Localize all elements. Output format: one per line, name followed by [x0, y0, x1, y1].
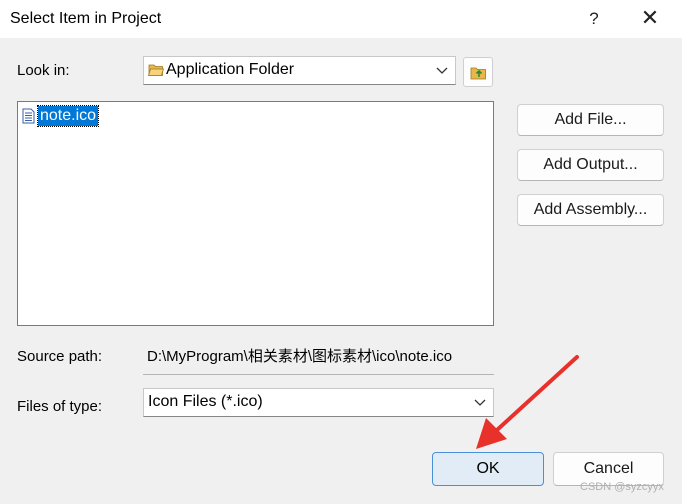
ok-button[interactable]: OK	[432, 452, 544, 486]
chevron-down-icon	[436, 67, 448, 74]
up-one-level-button[interactable]	[463, 57, 493, 87]
files-of-type-dropdown[interactable]: Icon Files (*.ico)	[143, 388, 494, 417]
dialog-title: Select Item in Project	[10, 10, 162, 27]
files-of-type-value: Icon Files (*.ico)	[148, 393, 263, 410]
title-bar: Select Item in Project ? ✕	[0, 0, 682, 38]
add-output-button[interactable]: Add Output...	[517, 149, 664, 181]
look-in-label: Look in:	[17, 62, 70, 79]
help-button[interactable]: ?	[574, 6, 614, 32]
source-path-value: D:\MyProgram\相关素材\图标素材\ico\note.ico	[147, 348, 453, 365]
folder-up-icon	[470, 67, 486, 80]
file-icon	[22, 108, 35, 124]
chevron-down-icon	[474, 399, 486, 406]
add-file-button[interactable]: Add File...	[517, 104, 664, 136]
open-folder-icon	[148, 64, 164, 76]
look-in-dropdown[interactable]: Application Folder	[143, 56, 456, 85]
file-name: note.ico	[36, 105, 100, 127]
files-of-type-label: Files of type:	[17, 398, 103, 415]
select-item-dialog: Select Item in Project ? ✕ Look in: Appl…	[0, 0, 682, 504]
source-path-label: Source path:	[17, 348, 103, 365]
file-list[interactable]: note.ico	[17, 101, 494, 326]
source-path-field: D:\MyProgram\相关素材\图标素材\ico\note.ico	[143, 339, 494, 375]
watermark: CSDN @syzcyyx	[580, 481, 664, 493]
close-button[interactable]: ✕	[630, 6, 670, 32]
look-in-value: Application Folder	[166, 61, 295, 78]
add-assembly-button[interactable]: Add Assembly...	[517, 194, 664, 226]
